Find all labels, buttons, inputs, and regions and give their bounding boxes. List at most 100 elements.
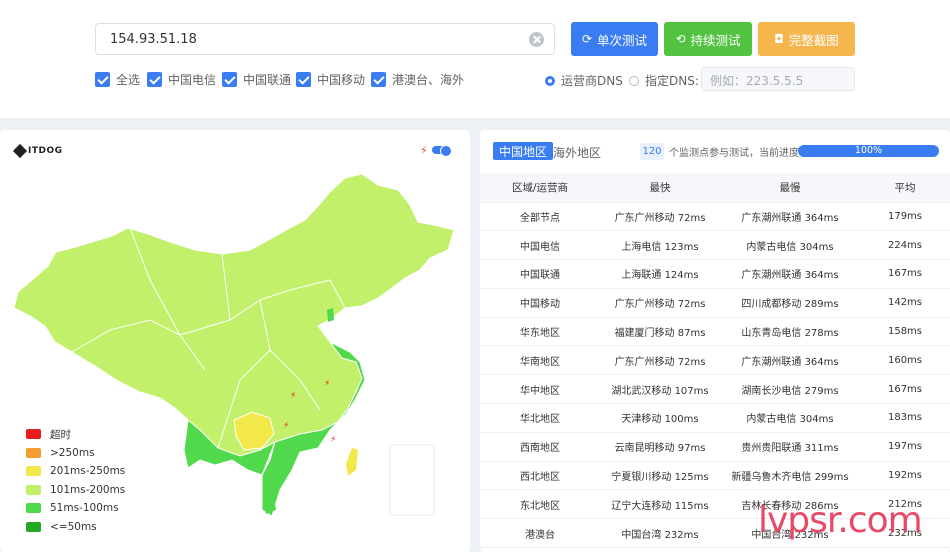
tab-overseas[interactable]: 海外地区	[553, 144, 601, 161]
tab-china[interactable]: 中国地区	[493, 142, 554, 160]
table-cell: 辽宁大连移动 115ms	[600, 489, 720, 520]
table-cell: 广东潮州联通 364ms	[720, 202, 860, 232]
checkbox-overseas[interactable]: 港澳台、海外	[371, 71, 464, 88]
map-region-hainan	[264, 498, 276, 514]
table-row: 西南地区 云南昆明移动 97ms 贵州贵阳联通 311ms 197ms	[480, 432, 950, 462]
radio-unselected-icon[interactable]	[629, 75, 639, 86]
table-cell: 158ms	[860, 317, 950, 347]
screenshot-label: 完整截图	[788, 32, 839, 48]
checkbox-label: 全选	[116, 73, 141, 87]
column-header: 区域/运营商	[480, 173, 600, 203]
table-cell: 西北地区	[480, 461, 600, 491]
checkbox-label: 中国联通	[243, 73, 292, 87]
continuous-test-label: 持续测试	[690, 32, 741, 48]
custom-dns-input[interactable]: 例如：223.5.5.5	[701, 67, 855, 91]
clear-icon[interactable]	[529, 32, 544, 47]
table-row: 西北地区 宁夏银川移动 125ms 新疆乌鲁木齐电信 299ms 192ms	[480, 461, 950, 491]
south-sea-inset	[389, 444, 435, 516]
legend-swatch	[26, 484, 41, 495]
legend-item: <=50ms	[26, 518, 125, 537]
table-cell: 197ms	[860, 432, 950, 462]
refresh-icon: ⟳	[581, 32, 593, 46]
table-cell: 华南地区	[480, 345, 600, 376]
node-count-text: 个监测点参与测试，当前进度：	[669, 148, 809, 159]
legend-label: 超时	[50, 428, 71, 441]
table-cell: 港澳台	[480, 518, 600, 549]
radio-label: 运营商DNS	[561, 74, 623, 88]
column-header: 平均	[860, 173, 950, 203]
table-cell: 192ms	[860, 461, 950, 491]
table-cell: 西南地区	[480, 432, 600, 462]
checkbox-checked-icon[interactable]	[371, 72, 386, 87]
legend-swatch	[26, 521, 41, 532]
checkbox-checked-icon[interactable]	[147, 72, 162, 87]
screenshot-button[interactable]: ◘ 完整截图	[758, 22, 855, 56]
watermark: lvpsr.com	[758, 500, 923, 541]
table-cell: 贵州贵阳联通 311ms	[720, 432, 860, 462]
map-region-beijing	[327, 308, 334, 322]
table-cell: 华北地区	[480, 403, 600, 433]
ip-input[interactable]: 154.93.51.18	[95, 23, 555, 55]
ip-input-value[interactable]: 154.93.51.18	[110, 32, 197, 47]
table-cell: 宁夏银川移动 125ms	[600, 461, 720, 491]
table-cell: 广东潮州联通 364ms	[720, 345, 860, 376]
node-count-badge: 120	[640, 143, 664, 160]
checkbox-label: 中国移动	[317, 73, 366, 87]
legend-label: 51ms-100ms	[50, 502, 119, 515]
table-cell: 云南昆明移动 97ms	[600, 432, 720, 462]
legend-item: 101ms-200ms	[26, 481, 125, 500]
legend-swatch	[26, 447, 41, 458]
checkbox-all[interactable]: 全选	[95, 71, 140, 88]
legend-label: >250ms	[50, 446, 95, 459]
camera-icon: ◘	[774, 32, 784, 46]
table-cell: 167ms	[860, 259, 950, 289]
table-cell: 中国电信	[480, 230, 600, 261]
checkbox-mobile[interactable]: 中国移动	[296, 71, 365, 88]
checkbox-checked-icon[interactable]	[222, 72, 237, 87]
checkbox-label: 中国电信	[168, 73, 217, 87]
table-cell: 广东广州移动 72ms	[600, 345, 720, 376]
table-cell: 福建厦门移动 87ms	[600, 317, 720, 347]
table-row: 华中地区 湖北武汉移动 107ms 湖南长沙电信 279ms 167ms	[480, 374, 950, 405]
table-cell: 华东地区	[480, 317, 600, 347]
legend-label: <=50ms	[50, 520, 97, 533]
progress-bar: 100%	[798, 145, 939, 157]
table-cell: 160ms	[860, 345, 950, 376]
table-header-row: 区域/运营商 最快 最慢 平均	[480, 173, 950, 203]
map-region-mainland	[13, 173, 455, 457]
alert-marker-icon: ⚡	[290, 391, 296, 401]
legend-swatch	[26, 466, 41, 477]
table-cell: 内蒙古电信 304ms	[720, 230, 860, 261]
table-cell: 广东潮州联通 364ms	[720, 259, 860, 289]
table-cell: 山东青岛电信 278ms	[720, 317, 860, 347]
table-row: 中国电信 上海电信 123ms 内蒙古电信 304ms 224ms	[480, 230, 950, 261]
legend-item: 超时	[26, 425, 125, 444]
checkbox-checked-icon[interactable]	[296, 72, 311, 87]
alert-marker-icon: ⚡	[330, 435, 336, 445]
table-cell: 183ms	[860, 403, 950, 433]
table-row: 中国联通 上海联通 124ms 广东潮州联通 364ms 167ms	[480, 259, 950, 289]
table-cell: 中国台湾 232ms	[600, 518, 720, 549]
radio-selected-icon[interactable]	[545, 75, 555, 86]
checkbox-label: 港澳台、海外	[392, 73, 465, 87]
continuous-test-button[interactable]: ⟲ 持续测试	[664, 22, 752, 56]
table-cell: 全部节点	[480, 202, 600, 232]
table-cell: 广东广州移动 72ms	[600, 288, 720, 318]
column-header: 最快	[600, 173, 720, 203]
table-cell: 中国移动	[480, 288, 600, 318]
table-row: 全部节点 广东广州移动 72ms 广东潮州联通 364ms 179ms	[480, 202, 950, 232]
table-cell: 东北地区	[480, 489, 600, 520]
single-test-label: 单次测试	[597, 32, 648, 48]
radio-isp-dns[interactable]: 运营商DNS	[545, 72, 623, 89]
checkbox-checked-icon[interactable]	[95, 72, 110, 87]
table-cell: 上海联通 124ms	[600, 259, 720, 289]
table-cell: 167ms	[860, 374, 950, 405]
checkbox-telecom[interactable]: 中国电信	[147, 71, 216, 88]
table-cell: 湖北武汉移动 107ms	[600, 374, 720, 405]
table-cell: 新疆乌鲁木齐电信 299ms	[720, 461, 860, 491]
radio-custom-dns[interactable]: 指定DNS:	[629, 72, 699, 89]
radio-label: 指定DNS:	[645, 74, 699, 88]
single-test-button[interactable]: ⟳ 单次测试	[571, 22, 658, 56]
checkbox-unicom[interactable]: 中国联通	[222, 71, 291, 88]
table-cell: 中国联通	[480, 259, 600, 289]
